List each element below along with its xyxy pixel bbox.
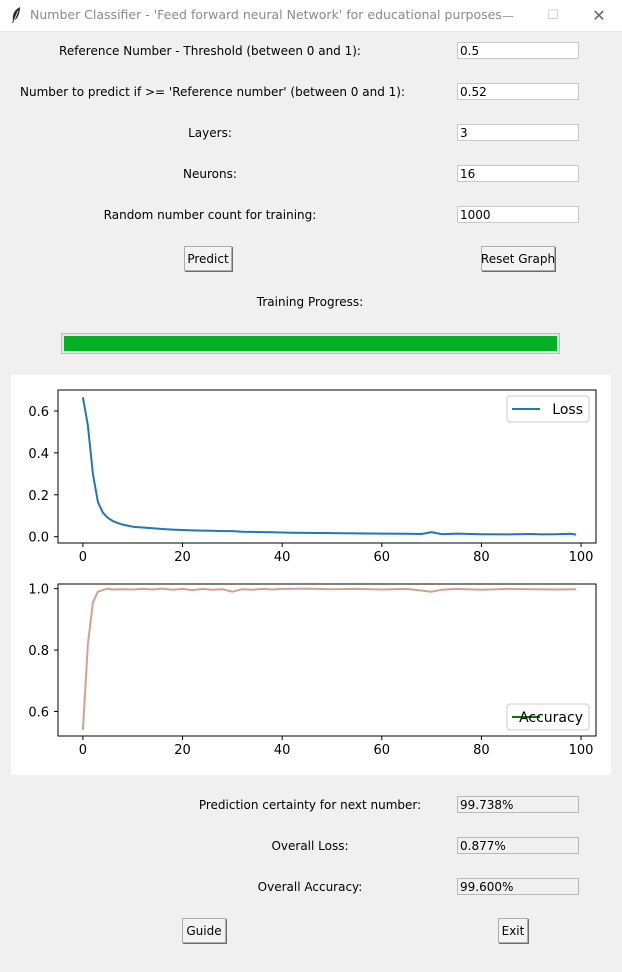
predict-number-label: Number to predict if >= 'Reference numbe…: [20, 85, 405, 99]
layers-input[interactable]: 3: [457, 124, 579, 141]
chart-0: 0 20 40 60 80 100 0.0 0.2 0.4 0.6 Loss: [28, 389, 597, 565]
legend-label: Accuracy: [519, 710, 583, 726]
predict-number-input[interactable]: 0.52: [457, 83, 579, 100]
threshold-input[interactable]: 0.5: [457, 42, 579, 59]
training-charts: 0 20 40 60 80 100 0.0 0.2 0.4 0.6 Loss 0 20 40 60 80 100…: [28, 389, 597, 758]
x-tick-label: 80: [473, 743, 490, 758]
reset-graph-button[interactable]: Reset Graph: [481, 246, 555, 271]
overall-loss-label: Overall Loss:: [271, 839, 349, 853]
close-icon: ✕: [592, 6, 606, 25]
close-button[interactable]: ✕: [576, 0, 622, 31]
minimize-icon: —: [502, 8, 514, 23]
threshold-label: Reference Number - Threshold (between 0 …: [59, 44, 361, 58]
chart-1: 0 20 40 60 80 100 0.6 0.8 1.0 Accuracy: [28, 583, 597, 758]
y-tick-label: 0.2: [28, 489, 49, 504]
neurons-label: Neurons:: [183, 167, 237, 181]
x-tick-label: 100: [569, 550, 594, 565]
overall-loss-value: 0.877%: [457, 837, 579, 854]
overall-accuracy-value: 99.600%: [457, 878, 579, 895]
y-tick-label: 0.6: [28, 705, 49, 720]
progress-fill: [64, 336, 557, 351]
neurons-input[interactable]: 16: [457, 165, 579, 182]
y-tick-label: 0.6: [28, 405, 49, 420]
legend-label: Loss: [552, 402, 583, 418]
random-count-label: Random number count for training:: [103, 208, 317, 222]
series-line-accuracy: [81, 587, 577, 730]
x-tick-label: 0: [79, 743, 87, 758]
y-tick-label: 1.0: [28, 583, 49, 598]
series-line-loss: [81, 397, 577, 536]
x-tick-label: 20: [174, 743, 191, 758]
feather-icon: [12, 7, 20, 23]
y-tick-label: 0.0: [28, 531, 49, 546]
overall-accuracy-label: Overall Accuracy:: [257, 880, 363, 894]
x-tick-label: 60: [374, 550, 391, 565]
maximize-button[interactable]: ☐: [530, 0, 576, 31]
certainty-value: 99.738%: [457, 796, 579, 813]
training-progress-bar: [61, 333, 560, 354]
minimize-button[interactable]: —: [485, 0, 531, 31]
certainty-label: Prediction certainty for next number:: [198, 798, 422, 812]
maximize-icon: ☐: [547, 8, 559, 23]
plot-panel: 0 20 40 60 80 100 0.0 0.2 0.4 0.6 Loss 0 20 40 60 80 100…: [11, 375, 611, 775]
x-tick-label: 0: [79, 550, 87, 565]
title-bar: Number Classifier - 'Feed forward neural…: [0, 0, 622, 32]
layers-label: Layers:: [188, 126, 232, 140]
x-tick-label: 60: [374, 743, 391, 758]
y-tick-label: 0.8: [28, 644, 49, 659]
x-tick-label: 20: [174, 550, 191, 565]
y-tick-label: 0.4: [28, 447, 49, 462]
random-count-input[interactable]: 1000: [457, 206, 579, 223]
x-tick-label: 80: [473, 550, 490, 565]
x-tick-label: 40: [274, 743, 291, 758]
x-tick-label: 100: [569, 743, 594, 758]
window-title: Number Classifier - 'Feed forward neural…: [30, 7, 502, 22]
exit-button[interactable]: Exit: [498, 918, 528, 943]
x-tick-label: 40: [274, 550, 291, 565]
predict-button[interactable]: Predict: [184, 246, 232, 271]
guide-button[interactable]: Guide: [182, 918, 226, 943]
training-progress-label: Training Progress:: [256, 295, 364, 309]
